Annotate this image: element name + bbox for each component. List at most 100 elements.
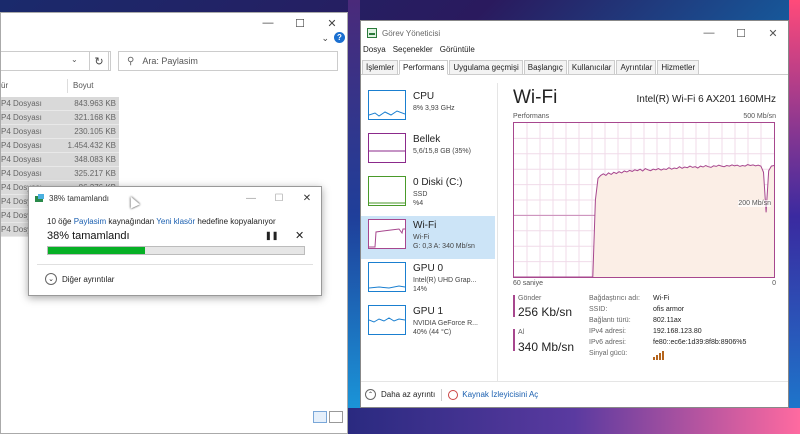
mini-graph bbox=[368, 219, 406, 249]
refresh-button[interactable]: ↻ bbox=[89, 51, 109, 71]
source-link[interactable]: Paylasim bbox=[74, 217, 106, 226]
window-title: Görev Yöneticisi bbox=[382, 28, 441, 38]
destination-link[interactable]: Yeni klasör bbox=[156, 217, 195, 226]
file-type: P4 Dosyası bbox=[1, 155, 42, 164]
task-manager-icon bbox=[367, 28, 377, 38]
sidebar-item[interactable]: 0 Diski (C:) SSD %4 bbox=[361, 173, 495, 216]
copy-icon bbox=[35, 194, 45, 202]
signal-strength-icon bbox=[653, 351, 664, 360]
tab-3[interactable]: Başlangıç bbox=[523, 60, 567, 74]
tab-1[interactable]: Performans bbox=[399, 60, 449, 75]
property-label: IPv6 adresi: bbox=[589, 339, 626, 346]
close-button[interactable]: ✕ bbox=[293, 187, 321, 209]
close-button[interactable]: ✕ bbox=[317, 13, 347, 33]
sidebar-item[interactable]: GPU 0 Intel(R) UHD Grap... 14% bbox=[361, 259, 495, 302]
open-resource-monitor-link[interactable]: Kaynak İzleyicisini Aç bbox=[462, 390, 538, 399]
column-header-size[interactable]: Boyut bbox=[73, 81, 93, 90]
help-icon[interactable]: ? bbox=[334, 32, 345, 43]
mini-graph bbox=[368, 305, 406, 335]
file-row[interactable]: P4 Dosyası 1.454.432 KB bbox=[1, 139, 119, 153]
maximize-button[interactable]: ☐ bbox=[265, 187, 293, 209]
chevron-down-icon: ⌄ bbox=[45, 273, 57, 285]
sidebar-divider bbox=[497, 83, 498, 381]
search-input[interactable]: ⚲ Ara: Paylasim bbox=[118, 51, 338, 71]
search-placeholder: Ara: Paylasim bbox=[142, 56, 198, 66]
tab-6[interactable]: Hizmetler bbox=[657, 60, 700, 74]
maximize-button[interactable]: ☐ bbox=[285, 13, 315, 33]
cancel-button[interactable]: ✕ bbox=[295, 229, 304, 242]
file-type: P4 Dosyası bbox=[1, 127, 42, 136]
desktop-wallpaper-bottom bbox=[348, 408, 800, 434]
tab-bar: İşlemler Performans Uygulama geçmişi Başlan… bbox=[361, 60, 788, 75]
property-value: Wi-Fi bbox=[653, 295, 670, 302]
close-button[interactable]: ✕ bbox=[758, 21, 788, 45]
file-type: P4 Dosyası bbox=[1, 99, 42, 108]
send-value: 256 Kb/sn bbox=[518, 305, 573, 319]
performance-panel: CPU 8% 3,93 GHz Bellek 5,6/15,8 GB (35%) 0 D… bbox=[361, 77, 788, 381]
progress-fill bbox=[48, 247, 146, 254]
property-value: ofis armor bbox=[653, 306, 685, 313]
search-icon: ⚲ bbox=[127, 55, 135, 67]
sidebar-item[interactable]: CPU 8% 3,93 GHz bbox=[361, 87, 495, 130]
sidebar-item[interactable]: GPU 1 NVIDIA GeForce R... 40% (44 °C) bbox=[361, 302, 495, 345]
file-size: 230.105 KB bbox=[74, 127, 116, 136]
task-manager-titlebar: Görev Yöneticisi — ☐ ✕ bbox=[361, 21, 788, 45]
fewer-details-link[interactable]: Daha az ayrıntı bbox=[381, 390, 435, 399]
sidebar-item[interactable]: Wi-Fi Wi-Fi G: 0,3 A: 340 Mb/sn bbox=[361, 216, 495, 259]
file-row[interactable]: P4 Dosyası 321.168 KB bbox=[1, 111, 119, 125]
file-row[interactable]: P4 Dosyası 348.083 KB bbox=[1, 153, 119, 167]
receive-indicator bbox=[513, 329, 515, 351]
expand-ribbon-icon[interactable]: ⌄ bbox=[321, 33, 329, 44]
chevron-up-icon[interactable]: ⌃ bbox=[365, 389, 376, 400]
sidebar-item-label: 0 Diski (C:) bbox=[413, 177, 463, 188]
more-details-toggle[interactable]: ⌄ Diğer ayrıntılar bbox=[45, 273, 114, 285]
file-row[interactable]: P4 Dosyası 325.217 KB bbox=[1, 167, 119, 181]
task-manager-window: Görev Yöneticisi — ☐ ✕ Dosya Seçenekler Gö… bbox=[360, 20, 789, 408]
sidebar-item[interactable]: Bellek 5,6/15,8 GB (35%) bbox=[361, 130, 495, 173]
tab-4[interactable]: Kullanıcılar bbox=[567, 60, 616, 74]
sidebar-item-label: GPU 1 bbox=[413, 306, 444, 317]
copy-count: 10 öğe bbox=[47, 217, 72, 226]
detail-line: 40% (44 °C) bbox=[413, 329, 452, 336]
percent-complete: 38% tamamlandı bbox=[47, 230, 130, 242]
property-value: fe80::ec6e:1d39:8f8b:8906%5 bbox=[653, 339, 747, 346]
file-size: 325.217 KB bbox=[74, 169, 116, 178]
detail-line: G: 0,3 A: 340 Mb/sn bbox=[413, 243, 475, 250]
menu-item[interactable]: Görüntüle bbox=[440, 45, 475, 59]
menu-item[interactable]: Dosya bbox=[363, 45, 386, 59]
graph-time-label: 60 saniye bbox=[513, 280, 543, 287]
minimize-button[interactable]: — bbox=[694, 21, 724, 45]
details-view-icon[interactable] bbox=[313, 411, 327, 423]
task-manager-footer: ⌃ Daha az ayrıntı Kaynak İzleyicisini Aç bbox=[361, 381, 788, 407]
file-row[interactable]: P4 Dosyası 230.105 KB bbox=[1, 125, 119, 139]
graph-mid-label: 200 Mb/sn bbox=[738, 200, 771, 207]
tab-5[interactable]: Ayrıntılar bbox=[616, 60, 657, 74]
copy-description: 10 öğe Paylasim kaynağından Yeni klasör … bbox=[47, 217, 276, 226]
large-icons-view-icon[interactable] bbox=[329, 411, 343, 423]
column-header-type[interactable]: ür bbox=[1, 81, 8, 90]
pause-button[interactable]: ❚❚ bbox=[265, 231, 278, 240]
file-type: P4 Dosyası bbox=[1, 169, 42, 178]
send-indicator bbox=[513, 295, 515, 317]
menu-item[interactable]: Seçenekler bbox=[393, 45, 433, 59]
minimize-button[interactable]: — bbox=[237, 187, 265, 209]
property-label: SSID: bbox=[589, 306, 608, 313]
tab-0[interactable]: İşlemler bbox=[362, 60, 399, 74]
tab-2[interactable]: Uygulama geçmişi bbox=[449, 60, 523, 74]
address-row: ⌄ ↻ ⚲ Ara: Paylasim bbox=[1, 49, 347, 75]
mini-graph bbox=[368, 176, 406, 206]
column-headers: ür Boyut bbox=[1, 79, 131, 93]
dialog-titlebar: 38% tamamlandı — ☐ ✕ bbox=[29, 187, 321, 209]
maximize-button[interactable]: ☐ bbox=[726, 21, 756, 45]
detail-line: 8% 3,93 GHz bbox=[413, 105, 455, 112]
detail-line: NVIDIA GeForce R... bbox=[413, 320, 478, 327]
minimize-button[interactable]: — bbox=[253, 13, 283, 33]
sidebar-item-detail: SSD %4 bbox=[413, 190, 427, 208]
mini-graph bbox=[368, 133, 406, 163]
file-row[interactable]: P4 Dosyası 843.963 KB bbox=[1, 97, 119, 111]
chevron-down-icon[interactable]: ⌄ bbox=[71, 55, 78, 64]
property-value: 192.168.123.80 bbox=[653, 328, 702, 335]
resource-monitor-icon bbox=[448, 389, 459, 400]
detail-line: SSD bbox=[413, 191, 428, 198]
divider bbox=[37, 264, 313, 265]
